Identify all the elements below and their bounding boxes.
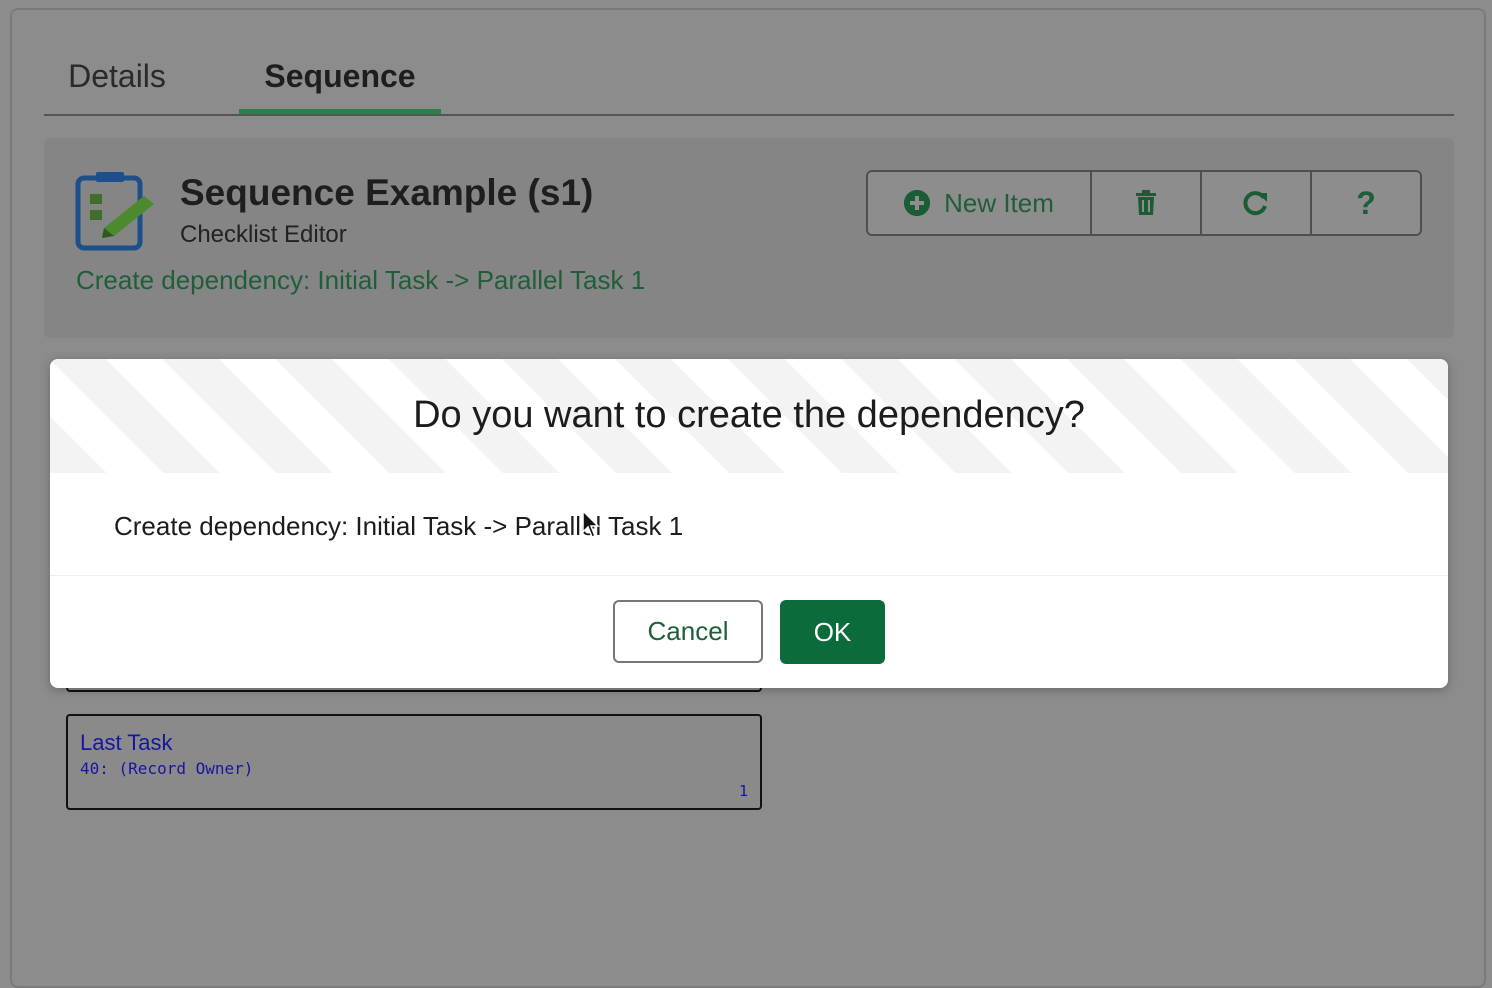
task-count: 1: [738, 782, 748, 800]
dialog-footer: Cancel OK: [50, 575, 1448, 688]
dialog-header: Do you want to create the dependency?: [50, 359, 1448, 473]
toolbar-button-group: New Item ?: [866, 170, 1422, 236]
page-title: Sequence Example (s1): [180, 172, 594, 213]
dialog-title: Do you want to create the dependency?: [413, 393, 1085, 436]
help-icon: ?: [1356, 184, 1376, 221]
refresh-button[interactable]: [1202, 172, 1312, 234]
new-item-label: New Item: [944, 187, 1054, 218]
dialog-body: Create dependency: Initial Task -> Paral…: [50, 473, 1448, 576]
editor-header: Sequence Example (s1) Checklist Editor C…: [44, 138, 1454, 338]
help-button[interactable]: ?: [1312, 172, 1420, 234]
task-name: Last Task: [80, 730, 173, 755]
checklist-editor-icon: [75, 172, 154, 251]
trash-icon: [1136, 190, 1156, 215]
cancel-button[interactable]: Cancel: [613, 600, 763, 663]
tab-bar: Details Sequence: [44, 40, 1454, 116]
page-subtitle: Checklist Editor: [180, 221, 347, 248]
confirm-dialog: Do you want to create the dependency? Cr…: [50, 359, 1448, 688]
refresh-icon: [1243, 191, 1267, 216]
ok-button[interactable]: OK: [780, 600, 885, 664]
delete-button[interactable]: [1092, 172, 1202, 234]
mouse-cursor-icon: [582, 510, 600, 538]
plus-circle-icon: [904, 190, 931, 216]
new-item-button[interactable]: New Item: [868, 172, 1092, 234]
task-owner: 40: (Record Owner): [80, 759, 254, 778]
task-card-last-task[interactable]: Last Task 40: (Record Owner) 1: [66, 714, 762, 810]
tab-details[interactable]: Details: [44, 40, 190, 112]
tab-sequence[interactable]: Sequence: [239, 40, 441, 114]
status-message: Create dependency: Initial Task -> Paral…: [76, 265, 646, 295]
